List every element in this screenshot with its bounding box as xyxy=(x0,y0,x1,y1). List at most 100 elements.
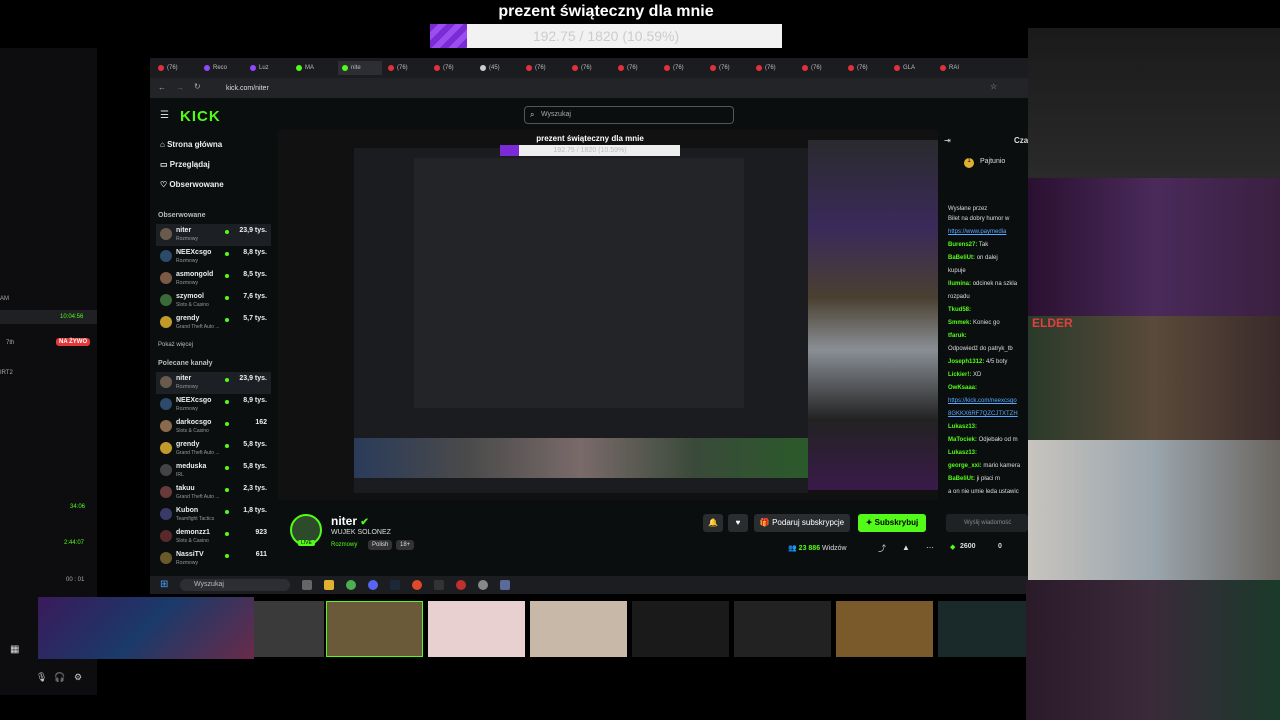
recommended-channel[interactable]: grendy Grand Theft Auto ... 5,8 tys. xyxy=(156,438,271,460)
task-view-icon[interactable] xyxy=(302,580,312,590)
subscribe-button[interactable]: ✦ Subskrybuj xyxy=(858,514,926,532)
thumbnail-tile[interactable] xyxy=(530,601,627,657)
forward-arrow-icon[interactable]: → xyxy=(176,83,184,92)
chat-username[interactable]: llumina: xyxy=(948,281,971,287)
recommended-channel[interactable]: NEEXcsgo Rozmowy 8,9 tys. xyxy=(156,394,271,416)
browser-tab[interactable]: (76) xyxy=(614,61,658,75)
nav-browse[interactable]: ▭ Przeglądaj xyxy=(160,160,210,169)
gift-subscription-button[interactable]: 🎁 Podaruj subskrypcje xyxy=(754,514,850,532)
back-arrow-icon[interactable]: ← xyxy=(158,83,166,92)
following-channel[interactable]: grendy Grand Theft Auto ... 5,7 tys. xyxy=(156,312,271,334)
chat-link[interactable]: https://www.paymedia xyxy=(948,229,1006,235)
recommended-channel[interactable]: Kubon Teamfight Tactics 1,8 tys. xyxy=(156,504,271,526)
category-tag[interactable]: Rozmowy xyxy=(331,540,361,550)
thumbnail-tile[interactable] xyxy=(428,601,525,657)
browser-tab-active[interactable]: nite xyxy=(338,61,382,75)
browser-tab[interactable]: (76) xyxy=(752,61,796,75)
chat-username[interactable]: Smmek: xyxy=(948,320,971,326)
app-icon-2[interactable] xyxy=(478,580,488,590)
follow-heart-button[interactable]: ♥ xyxy=(728,514,748,532)
chat-username[interactable]: Burens27: xyxy=(948,242,977,248)
following-channel[interactable]: szymool Slots & Casino 7,6 tys. xyxy=(156,290,271,312)
report-icon[interactable]: ▲ xyxy=(902,543,910,552)
browser-tab[interactable]: (76) xyxy=(706,61,750,75)
hamburger-menu-icon[interactable]: ☰ xyxy=(160,110,169,121)
steam-icon[interactable] xyxy=(390,580,400,590)
channel-name[interactable]: niter ✔ xyxy=(331,514,369,528)
chat-username[interactable]: BaBeliUt: xyxy=(948,255,975,261)
recommended-channel[interactable]: demonzz1 Slots & Casino 923 xyxy=(156,526,271,548)
obs-icon[interactable] xyxy=(456,580,466,590)
thumbnail-tile[interactable] xyxy=(326,601,423,657)
following-channel[interactable]: niter Rozmowy 23,9 tys. xyxy=(156,224,271,246)
firefox-icon[interactable] xyxy=(412,580,422,590)
browser-tab[interactable]: (76) xyxy=(154,61,198,75)
stream-video[interactable]: prezent świąteczny dla mnie 192.75 / 182… xyxy=(278,130,938,500)
recommended-channel[interactable]: darkocsgo Slots & Casino 162 xyxy=(156,416,271,438)
chat-username[interactable]: BaBeliUt: xyxy=(948,476,975,482)
discord-icon[interactable] xyxy=(368,580,378,590)
bookmark-star-icon[interactable]: ☆ xyxy=(990,82,997,91)
browser-tab[interactable]: (76) xyxy=(430,61,474,75)
following-channel[interactable]: asmongold Rozmowy 8,5 tys. xyxy=(156,268,271,290)
browser-tab[interactable]: (76) xyxy=(568,61,612,75)
share-icon[interactable]: ⤴ xyxy=(878,543,886,554)
browser-tab[interactable]: GLA xyxy=(890,61,934,75)
chat-link[interactable]: 8GKKX6RF7QZCJTXTZH xyxy=(948,411,1018,417)
chat-username[interactable]: Lickier!: xyxy=(948,372,971,378)
thumbnail-tile[interactable] xyxy=(938,601,1026,657)
kick-logo[interactable]: KICK xyxy=(180,108,221,125)
channel-points[interactable]: 2600 xyxy=(960,543,976,550)
nav-following[interactable]: ♡ Obserwowane xyxy=(160,180,224,189)
browser-tab[interactable]: (45) xyxy=(476,61,520,75)
more-options-icon[interactable]: ⋯ xyxy=(926,543,934,552)
recommended-channel[interactable]: takuu Grand Theft Auto ... 2,3 tys. xyxy=(156,482,271,504)
collapse-chat-icon[interactable]: ⇥ xyxy=(944,136,951,145)
search-input[interactable]: ⌕ Wyszukaj xyxy=(524,106,734,124)
chat-username[interactable]: Lukasz13: xyxy=(948,450,977,456)
notification-bell-button[interactable]: 🔔 xyxy=(703,514,723,532)
browser-tab[interactable]: MA xyxy=(292,61,336,75)
show-more-link[interactable]: Pokaż więcej xyxy=(158,342,193,348)
recommended-channel[interactable]: NassiTV Rozmowy 611 xyxy=(156,548,271,570)
chat-username[interactable]: george_xxi: xyxy=(948,463,982,469)
browser-tab[interactable]: (76) xyxy=(660,61,704,75)
chat-input[interactable]: Wyślij wiadomość xyxy=(946,514,1028,532)
chat-username[interactable]: Lukasz13: xyxy=(948,424,977,430)
nav-home[interactable]: ⌂ Strona główna xyxy=(160,140,222,149)
settings-icon[interactable] xyxy=(500,580,510,590)
chat-username[interactable]: MaTociek: xyxy=(948,437,977,443)
browser-tab[interactable]: Reco xyxy=(200,61,244,75)
browser-tab[interactable]: (76) xyxy=(798,61,842,75)
reload-icon[interactable]: ↻ xyxy=(194,82,201,91)
taskbar-search[interactable]: Wyszukaj xyxy=(180,579,290,591)
chat-username[interactable]: OwKsaaa: xyxy=(948,385,977,391)
address-bar[interactable]: ← → ↻ kick.com/niter ☆ xyxy=(150,78,1028,98)
mature-tag[interactable]: 18+ xyxy=(396,540,415,550)
following-channel[interactable]: NEEXcsgo Rozmowy 8,8 tys. xyxy=(156,246,271,268)
recommended-channel[interactable]: niter Rozmowy 23,9 tys. xyxy=(156,372,271,394)
chat-username[interactable]: Joseph1312: xyxy=(948,359,984,365)
thumbnail-tile[interactable] xyxy=(836,601,933,657)
windows-start-icon[interactable]: ⊞ xyxy=(160,579,168,590)
grid-icon[interactable]: ▦ xyxy=(10,644,19,655)
microphone-icon[interactable]: 🎙 xyxy=(36,672,47,683)
thumbnail-tile[interactable] xyxy=(254,601,324,657)
app-icon[interactable] xyxy=(434,580,444,590)
browser-tab[interactable]: (76) xyxy=(522,61,566,75)
headphones-icon[interactable]: 🎧 xyxy=(54,672,65,683)
browser-tab[interactable]: Luz xyxy=(246,61,290,75)
browser-tab[interactable]: RAI xyxy=(936,61,980,75)
chat-link[interactable]: https://kick.com/neexcsgo xyxy=(948,398,1017,404)
chat-username[interactable]: tfaruk: xyxy=(948,333,967,339)
url-text[interactable]: kick.com/niter xyxy=(226,85,269,92)
thumbnail-tile[interactable] xyxy=(632,601,729,657)
recommended-channel[interactable]: meduska IRL 5,8 tys. xyxy=(156,460,271,482)
browser-tab[interactable]: (76) xyxy=(844,61,888,75)
chrome-icon[interactable] xyxy=(346,580,356,590)
language-tag[interactable]: Polish xyxy=(368,540,393,550)
gear-icon[interactable]: ⚙ xyxy=(74,672,82,683)
chat-username[interactable]: Tkud58: xyxy=(948,307,971,313)
browser-tab[interactable]: (76) xyxy=(384,61,428,75)
file-explorer-icon[interactable] xyxy=(324,580,334,590)
